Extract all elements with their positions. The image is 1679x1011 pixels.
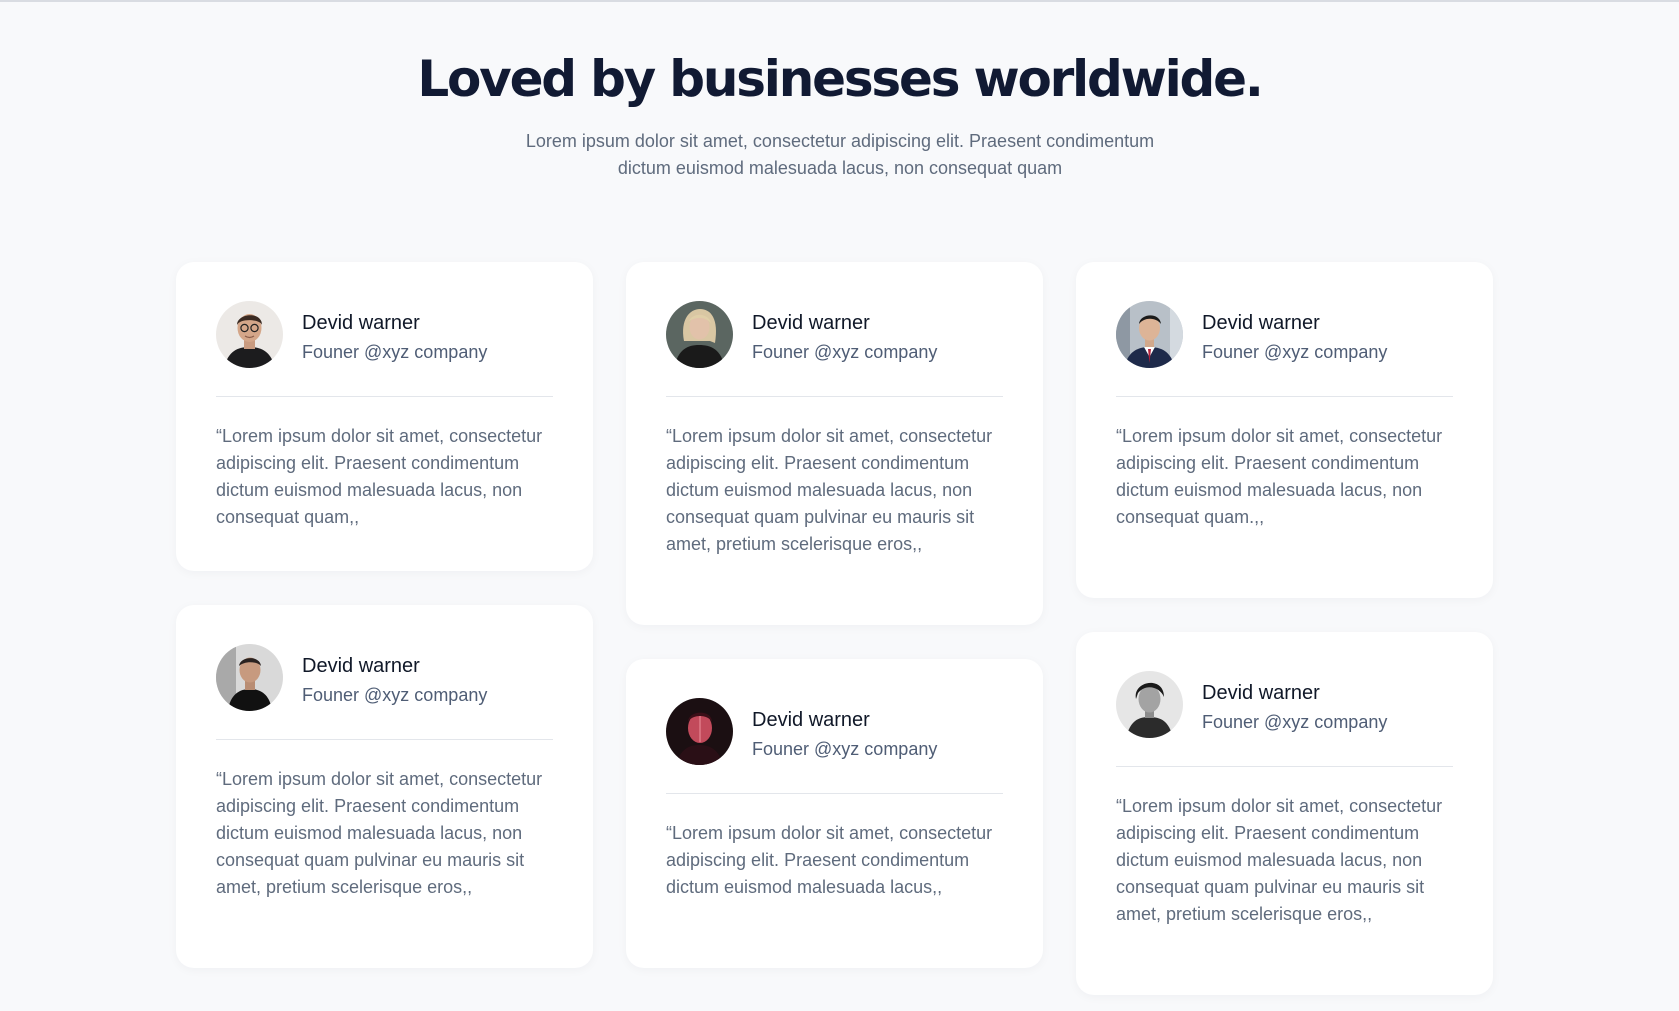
author-name: Devid warner (1202, 312, 1320, 334)
avatar-woman-blonde-icon (666, 301, 733, 368)
author-role: Founer @xyz company (302, 685, 488, 705)
testimonial-card: Devid warner Founer @xyz company “Lorem … (176, 262, 593, 571)
avatar-man-bw-portrait-icon (1116, 671, 1183, 738)
avatar-man-black-shirt-icon (216, 644, 283, 711)
card-author: Devid warner Founer @xyz company (666, 301, 1006, 369)
avatar-man-glasses-icon (216, 301, 283, 368)
testimonial-quote: “Lorem ipsum dolor sit amet, consectetur… (216, 769, 543, 897)
card-author: Devid warner Founer @xyz company (216, 644, 556, 712)
author-name: Devid warner (302, 655, 420, 677)
author-role: Founer @xyz company (752, 342, 938, 362)
author-role: Founer @xyz company (302, 342, 488, 362)
card-author: Devid warner Founer @xyz company (666, 698, 1006, 766)
author-role: Founer @xyz company (752, 739, 938, 759)
testimonial-card: Devid warner Founer @xyz company “Lorem … (176, 605, 593, 968)
section-subtitle: Lorem ipsum dolor sit amet, consectetur … (490, 128, 1190, 182)
subtitle-line-1: Lorem ipsum dolor sit amet, consectetur … (525, 131, 1155, 151)
section-title: Loved by businesses worldwide. (417, 50, 1263, 108)
author-role: Founer @xyz company (1202, 712, 1388, 732)
card-divider (1116, 766, 1453, 767)
top-divider (0, 0, 1679, 2)
author-role: Founer @xyz company (1202, 342, 1388, 362)
author-name: Devid warner (1202, 682, 1320, 704)
author-name: Devid warner (752, 709, 870, 731)
testimonial-quote: “Lorem ipsum dolor sit amet, consectetur… (666, 426, 993, 554)
card-divider (216, 739, 553, 740)
card-divider (216, 396, 553, 397)
testimonials-section: Loved by businesses worldwide. Lorem ips… (0, 0, 1679, 1011)
author-name: Devid warner (302, 312, 420, 334)
card-divider (666, 793, 1003, 794)
testimonial-card: Devid warner Founer @xyz company “Lorem … (1076, 262, 1493, 598)
testimonial-card: Devid warner Founer @xyz company “Lorem … (1076, 632, 1493, 995)
testimonial-quote: “Lorem ipsum dolor sit amet, consectetur… (216, 426, 543, 527)
testimonial-quote: “Lorem ipsum dolor sit amet, consectetur… (1116, 796, 1443, 924)
testimonial-card: Devid warner Founer @xyz company “Lorem … (626, 659, 1043, 968)
card-author: Devid warner Founer @xyz company (216, 301, 556, 369)
testimonial-quote: “Lorem ipsum dolor sit amet, consectetur… (666, 823, 993, 897)
avatar-man-suit-icon (1116, 301, 1183, 368)
testimonial-card: Devid warner Founer @xyz company “Lorem … (626, 262, 1043, 625)
card-author: Devid warner Founer @xyz company (1116, 301, 1456, 369)
testimonial-quote: “Lorem ipsum dolor sit amet, consectetur… (1116, 426, 1443, 527)
card-divider (666, 396, 1003, 397)
card-divider (1116, 396, 1453, 397)
avatar-man-red-light-icon (666, 698, 733, 765)
author-name: Devid warner (752, 312, 870, 334)
card-author: Devid warner Founer @xyz company (1116, 671, 1456, 739)
subtitle-line-2: dictum euismod malesuada lacus, non cons… (617, 158, 1063, 178)
